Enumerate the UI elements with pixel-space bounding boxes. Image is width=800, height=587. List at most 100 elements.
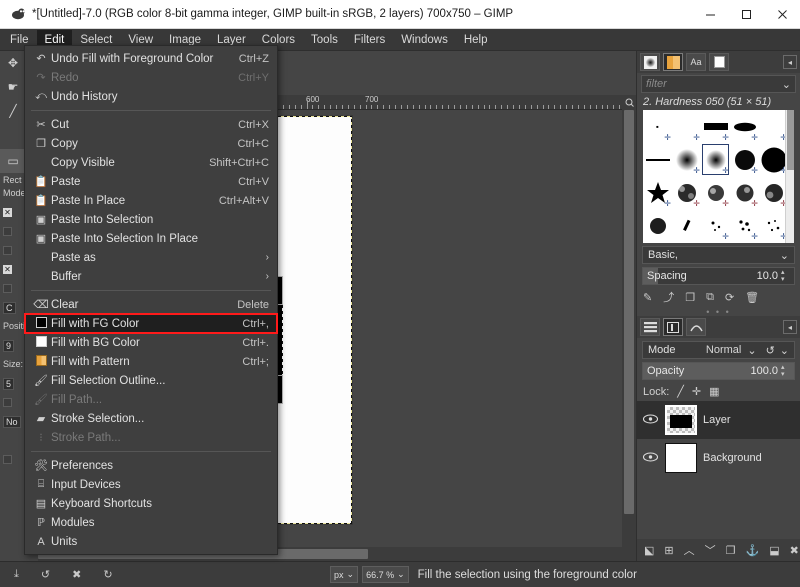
brush-set-combo[interactable]: Basic, ⌄ — [642, 246, 795, 264]
brush-cell[interactable]: ■ ✛ — [643, 110, 672, 143]
checkbox-off[interactable] — [3, 455, 12, 465]
menu-item-modules[interactable]: ℙ Modules — [25, 513, 277, 532]
path-tool-icon[interactable]: ╱ — [0, 99, 26, 123]
eye-icon[interactable] — [641, 413, 659, 427]
new-group-icon[interactable]: ⊞ — [664, 544, 673, 557]
menu-item-copy-visible[interactable]: Copy Visible Shift+Ctrl+C — [25, 153, 277, 172]
layer-thumbnail[interactable] — [665, 443, 697, 473]
brush-grid[interactable]: ■ ✛ ✛ ✛ ✛ ✛ ✛ ✛ ✛ ✛ ✛ ✛ ✛ ✛ ✛ ✛ ✛ ✛ — [643, 110, 794, 243]
spacing-slider[interactable]: Spacing 10.0 ▴ ▾ — [642, 267, 795, 285]
navigate-corner-icon[interactable] — [622, 95, 636, 110]
move-tool-icon[interactable]: ✥ — [0, 51, 26, 75]
fonts-tab-icon[interactable]: Aa — [686, 53, 706, 71]
brush-cell[interactable]: ✛ — [759, 143, 788, 176]
tool-option-rounded[interactable] — [0, 242, 26, 261]
chevron-down-icon[interactable]: ⌄ — [782, 78, 791, 91]
new-brush-icon[interactable]: ⤴ — [663, 289, 674, 305]
checkbox-off[interactable] — [3, 227, 12, 237]
tool-option-size-w[interactable]: 5 — [0, 375, 26, 394]
menu-item-stroke-path[interactable]: ⁝ Stroke Path... — [25, 428, 277, 447]
brush-cell[interactable]: ✛ — [672, 176, 701, 209]
brush-cell[interactable]: ✛ — [672, 110, 701, 143]
delete-brush-icon[interactable]: 🗑 — [745, 291, 759, 304]
menu-item-fill-path[interactable]: 🖌 Fill Path... — [25, 390, 277, 409]
menu-item-fill-with-pattern[interactable]: Fill with Pattern Ctrl+; — [25, 352, 277, 371]
lock-position-icon[interactable]: ✛ — [692, 385, 701, 398]
brush-cell[interactable]: ✛ — [759, 176, 788, 209]
menu-item-input-devices[interactable]: ⌸ Input Devices — [25, 475, 277, 494]
scrollbar-thumb[interactable] — [624, 110, 634, 514]
checkbox-on[interactable]: ✕ — [3, 265, 12, 275]
opacity-spinner[interactable]: ▴ ▾ — [781, 364, 790, 378]
refresh-brushes-icon[interactable]: ⟳ — [725, 291, 734, 304]
eye-icon[interactable] — [641, 451, 659, 465]
save-icon[interactable]: ⤓ — [14, 568, 19, 581]
menu-item-units[interactable]: A Units — [25, 532, 277, 551]
reset-mode-icon[interactable]: ↺ — [766, 344, 775, 357]
menu-item-paste-into-selection[interactable]: ▣ Paste Into Selection — [25, 210, 277, 229]
brush-cell[interactable]: ✛ — [759, 209, 788, 242]
menu-item-fill-with-fg-color[interactable]: Fill with FG Color Ctrl+, — [24, 313, 278, 334]
maximize-button[interactable] — [728, 0, 764, 29]
menu-item-fill-with-bg-color[interactable]: Fill with BG Color Ctrl+. — [25, 333, 277, 352]
menu-item-undo-history[interactable]: ⤺ Undo History — [25, 87, 277, 106]
menu-item-paste[interactable]: 📋 Paste Ctrl+V — [25, 172, 277, 191]
zoom-selector[interactable]: 66.7 % ⌄ — [362, 566, 409, 583]
menu-item-preferences[interactable]: 🛠 Preferences — [25, 456, 277, 475]
menu-item-buffer[interactable]: Buffer › — [25, 267, 277, 286]
brush-cell-selected[interactable]: ✛ — [701, 143, 730, 176]
menu-help[interactable]: Help — [456, 30, 496, 50]
edit-menu-popup[interactable]: ↶ Undo Fill with Foreground Color Ctrl+Z… — [24, 45, 278, 555]
tool-option-expand[interactable]: ✕ — [0, 261, 26, 280]
layer-thumbnail[interactable] — [665, 405, 697, 435]
tool-option-no-guides[interactable]: No — [0, 413, 26, 432]
layer-mode-combo[interactable]: Mode Normal ⌄ ↺ ⌄ — [642, 341, 795, 359]
tool-option-highlight[interactable] — [0, 394, 26, 413]
edit-brush-icon[interactable]: ✎ — [643, 291, 652, 304]
lock-alpha-icon[interactable]: ▦ — [709, 385, 719, 398]
brush-cell[interactable]: ✛ — [730, 110, 759, 143]
duplicate-brush-icon[interactable]: ❐ — [685, 291, 695, 304]
brushes-tab-icon[interactable] — [640, 53, 660, 71]
brush-cell[interactable]: ✛ — [759, 110, 788, 143]
minimize-button[interactable] — [692, 0, 728, 29]
revert-icon[interactable]: ↺ — [41, 568, 50, 581]
scrollbar-thumb[interactable] — [787, 110, 794, 170]
smudge-tool-icon[interactable]: ☛ — [0, 75, 26, 99]
duplicate-layer-icon[interactable]: ❐ — [726, 544, 736, 557]
chevron-down-icon[interactable]: ⌄ — [397, 569, 405, 580]
brush-cell[interactable]: ✛ — [730, 209, 759, 242]
menu-tools[interactable]: Tools — [303, 30, 346, 50]
brush-cell[interactable]: ✛ — [643, 176, 672, 209]
menu-item-undo[interactable]: ↶ Undo Fill with Foreground Color Ctrl+Z — [25, 49, 277, 68]
delete-layer-icon[interactable]: ✖ — [790, 544, 799, 557]
layer-row[interactable]: Background — [637, 439, 800, 477]
menu-item-keyboard-shortcuts[interactable]: ▤ Keyboard Shortcuts — [25, 494, 277, 513]
canvas-vertical-scrollbar[interactable] — [622, 110, 636, 547]
menu-item-paste-into-selection-in-place[interactable]: ▣ Paste Into Selection In Place — [25, 229, 277, 248]
rectangle-select-tool-icon[interactable]: ▭ — [0, 149, 26, 173]
channels-tab-icon[interactable] — [663, 318, 683, 336]
brush-cell[interactable]: ✛ — [701, 110, 730, 143]
menu-windows[interactable]: Windows — [393, 30, 456, 50]
checkbox-on[interactable]: ✕ — [3, 208, 12, 218]
raise-layer-icon[interactable]: ︿ — [684, 542, 695, 558]
opacity-slider[interactable]: Opacity 100.0 ▴ ▾ — [642, 362, 795, 380]
spacing-spinner[interactable]: ▴ ▾ — [781, 269, 790, 283]
menu-item-redo[interactable]: ↷ Redo Ctrl+Y — [25, 68, 277, 87]
menu-item-copy[interactable]: ❐ Copy Ctrl+C — [25, 134, 277, 153]
tool-option-shrink[interactable] — [0, 451, 26, 470]
unit-selector[interactable]: px ⌄ — [330, 566, 359, 583]
menu-filters[interactable]: Filters — [346, 30, 393, 50]
brush-cell[interactable]: ✛ — [701, 176, 730, 209]
menu-item-fill-selection-outline[interactable]: 🖌 Fill Selection Outline... — [25, 371, 277, 390]
brush-grid-scrollbar[interactable] — [785, 110, 794, 243]
tool-option-antialias[interactable]: ✕ — [0, 204, 26, 223]
reset-icon[interactable]: ↻ — [103, 568, 112, 581]
dock-menu-icon[interactable]: ◂ — [783, 320, 797, 334]
tool-option-feather[interactable] — [0, 223, 26, 242]
dock-divider[interactable]: • • • — [637, 307, 800, 317]
merge-down-icon[interactable]: ⬓ — [769, 544, 779, 557]
cancel-icon[interactable]: ✖ — [72, 568, 81, 581]
checkbox-off[interactable] — [3, 398, 12, 408]
